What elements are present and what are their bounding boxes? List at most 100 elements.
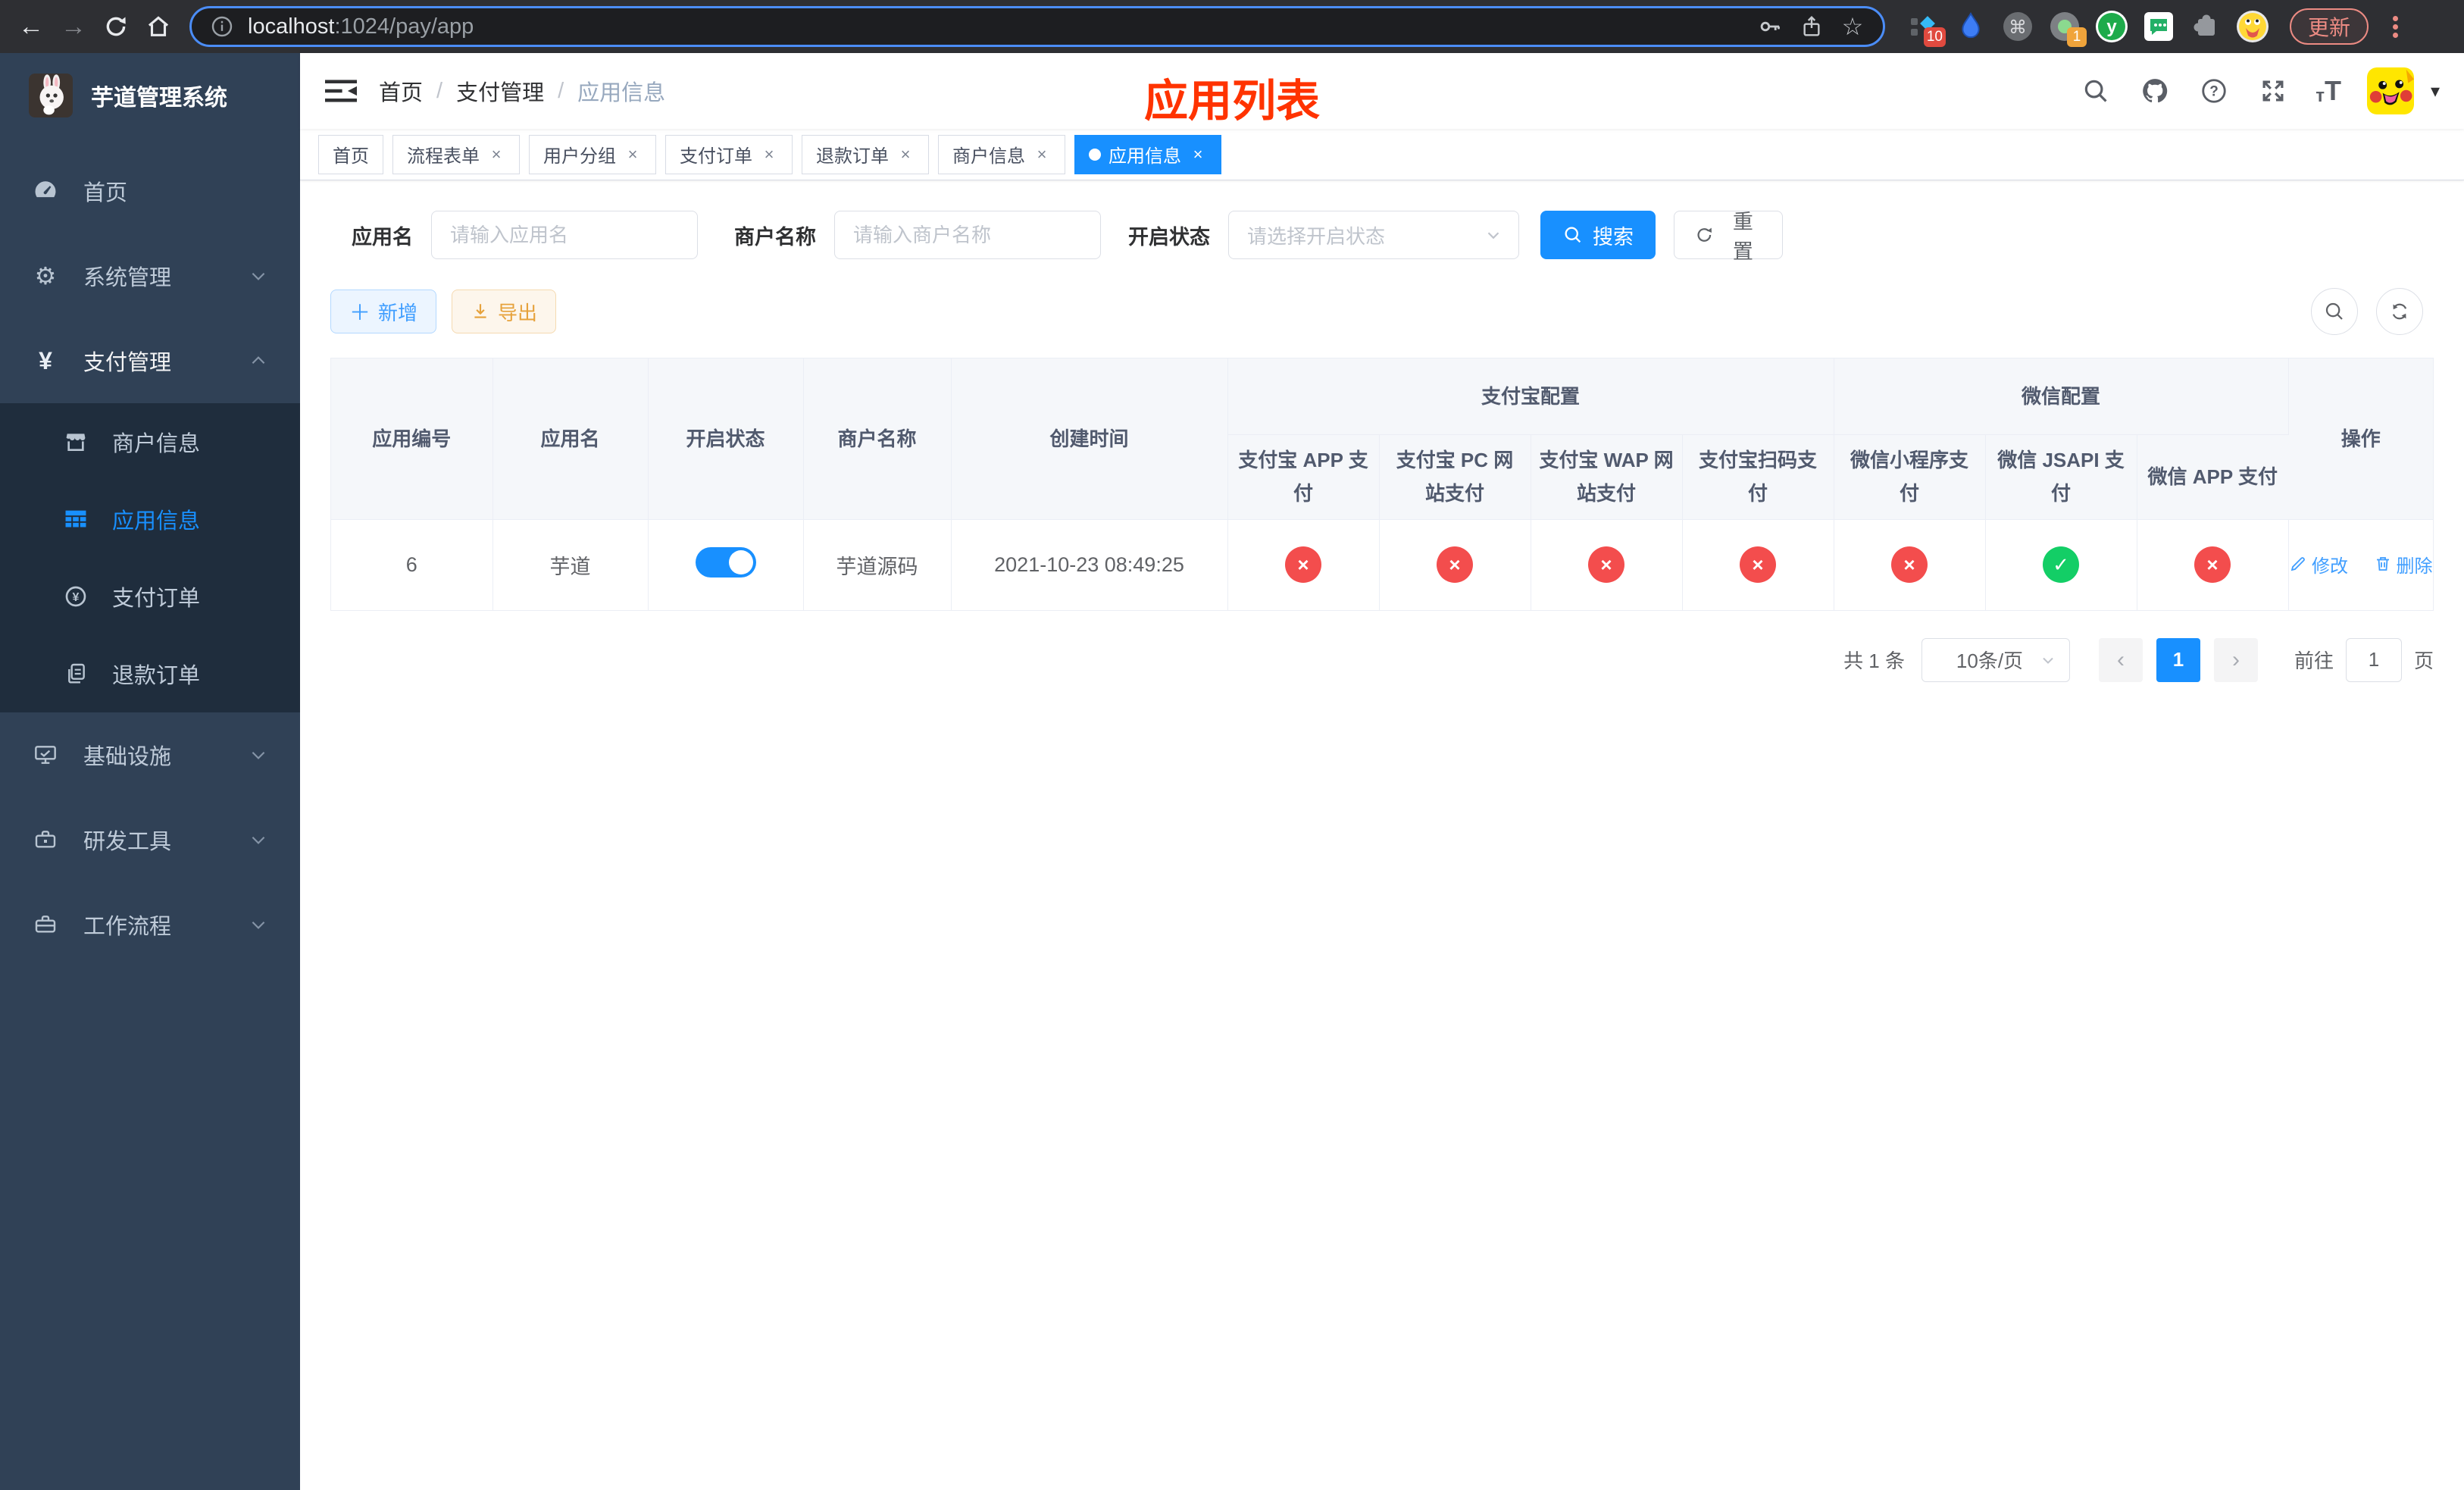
tab-pay-orders[interactable]: 支付订单 × <box>665 134 793 174</box>
sidebar-menu: 首页 ⚙ 系统管理 ¥ 支付管理 商户信息 应用信息 ¥ 支付订单 退款订单 基… <box>0 138 300 967</box>
sidebar-item-home[interactable]: 首页 <box>0 149 300 233</box>
tab-close-icon[interactable]: × <box>624 145 642 164</box>
filter-form: 应用名 商户名称 开启状态 请选择开启状态 搜索 重置 <box>352 211 2434 263</box>
address-bar[interactable]: localhost:1024/pay/app ☆ <box>189 6 1885 47</box>
sidebar-item-system[interactable]: ⚙ 系统管理 <box>0 233 300 318</box>
search-button[interactable]: 搜索 <box>1540 211 1656 259</box>
bookmark-star-icon[interactable]: ☆ <box>1837 11 1868 42</box>
search-icon <box>2325 302 2343 320</box>
logo-rabbit-avatar <box>29 74 73 117</box>
sidebar-item-refund-orders[interactable]: 退款订单 <box>0 635 300 712</box>
tab-close-icon[interactable]: × <box>1033 145 1051 164</box>
sidebar-item-infrastructure[interactable]: 基础设施 <box>0 712 300 797</box>
extension-command-icon[interactable]: ⌘ <box>2000 9 2035 44</box>
sidebar-item-payment[interactable]: ¥ 支付管理 <box>0 318 300 403</box>
shop-icon <box>59 430 92 454</box>
document-copy-icon <box>59 662 92 686</box>
breadcrumb-home[interactable]: 首页 <box>379 75 423 107</box>
yen-icon: ¥ <box>39 346 52 374</box>
tab-close-icon[interactable]: × <box>896 145 915 164</box>
sidebar-item-workflow[interactable]: 工作流程 <box>0 882 300 967</box>
browser-profile-avatar[interactable] <box>2235 9 2270 44</box>
sidebar-item-dev-tools[interactable]: 研发工具 <box>0 797 300 882</box>
svg-text:y: y <box>2106 17 2117 37</box>
tags-view-bar: 首页 流程表单 × 用户分组 × 支付订单 × 退款订单 × 商户信息 × 应用… <box>300 129 2464 180</box>
browser-reload-icon[interactable] <box>98 9 133 44</box>
refresh-table-button[interactable] <box>2376 288 2424 335</box>
reset-button[interactable]: 重置 <box>1674 211 1783 263</box>
breadcrumb: 首页 / 支付管理 / 应用信息 <box>379 75 665 107</box>
cell-created: 2021-10-23 08:49:25 <box>951 519 1228 611</box>
page-size-select[interactable]: 10条/页 <box>1921 637 2070 682</box>
breadcrumb-payment[interactable]: 支付管理 <box>456 75 544 107</box>
github-icon[interactable] <box>2138 74 2172 108</box>
col-header-merchant: 商户名称 <box>803 358 952 520</box>
browser-update-button[interactable]: 更新 <box>2290 8 2369 45</box>
tab-close-icon[interactable]: × <box>487 145 505 164</box>
table-row: 6 芋道 芋道源码 2021-10-23 08:49:25 × × × × × <box>331 519 2434 611</box>
tab-refund-orders[interactable]: 退款订单 × <box>802 134 929 174</box>
status-switch[interactable] <box>695 546 756 578</box>
status-select[interactable]: 请选择开启状态 <box>1228 211 1519 259</box>
svg-text:⌘: ⌘ <box>2009 17 2027 38</box>
sidebar-item-pay-orders[interactable]: ¥ 支付订单 <box>0 558 300 635</box>
browser-back-icon[interactable]: ← <box>14 9 48 44</box>
current-page[interactable]: 1 <box>2156 637 2200 682</box>
navbar-actions: ? тT ▾ <box>2079 67 2440 114</box>
sidebar-item-app-info[interactable]: 应用信息 <box>0 480 300 558</box>
browser-home-icon[interactable] <box>141 9 176 44</box>
chevron-down-icon <box>1487 232 1499 239</box>
alipay-app-status-icon: × <box>1285 546 1321 583</box>
sidebar-item-merchant-info[interactable]: 商户信息 <box>0 403 300 480</box>
tab-close-icon[interactable]: × <box>1189 145 1207 164</box>
col-header-alipay-pc: 支付宝 PC 网站支付 <box>1379 434 1531 520</box>
extension-y-icon[interactable]: y <box>2094 9 2129 44</box>
prev-page-button[interactable]: ‹ <box>2098 637 2143 682</box>
password-key-icon[interactable] <box>1756 11 1786 42</box>
user-avatar[interactable] <box>2366 67 2414 114</box>
sidebar-fold-icon[interactable] <box>324 76 358 106</box>
extension-pin-icon[interactable]: 10 <box>1906 9 1946 47</box>
sidebar-item-label: 首页 <box>83 181 128 205</box>
font-size-icon[interactable]: тT <box>2315 75 2341 107</box>
extension-chat-icon[interactable] <box>2141 9 2176 44</box>
extension-badge: 1 <box>2067 27 2087 47</box>
plus-icon: ＋ <box>349 301 371 324</box>
sidebar-logo[interactable]: 芋道管理系统 <box>0 53 300 138</box>
browser-forward-icon[interactable]: → <box>56 9 91 44</box>
tab-merchant-info[interactable]: 商户信息 × <box>938 134 1065 174</box>
delete-link[interactable]: 删除 <box>2374 551 2433 578</box>
chevron-down-icon <box>2043 657 2053 664</box>
next-page-button[interactable]: › <box>2213 637 2258 682</box>
site-info-icon[interactable] <box>207 11 237 42</box>
tab-process-form[interactable]: 流程表单 × <box>392 134 520 174</box>
col-header-wechat-mini: 微信小程序支付 <box>1834 434 1986 520</box>
coin-yen-icon: ¥ <box>59 584 92 609</box>
tab-user-group[interactable]: 用户分组 × <box>529 134 656 174</box>
add-button[interactable]: ＋ 新增 <box>330 290 437 333</box>
extensions-puzzle-icon[interactable] <box>2188 9 2223 44</box>
tab-close-icon[interactable]: × <box>760 145 778 164</box>
avatar-caret-down-icon[interactable]: ▾ <box>2431 80 2440 102</box>
app-name-input[interactable] <box>431 211 698 259</box>
export-button[interactable]: 导出 <box>452 290 557 333</box>
extension-drop-icon[interactable] <box>1953 9 1988 44</box>
extension-recorder-icon[interactable]: 1 <box>2047 9 2087 47</box>
cell-status <box>648 519 804 611</box>
header-search-icon[interactable] <box>2079 74 2112 108</box>
toggle-search-button[interactable] <box>2311 288 2359 335</box>
browser-menu-icon[interactable] <box>2384 15 2406 38</box>
tab-app-info[interactable]: 应用信息 × <box>1074 134 1221 174</box>
cell-merchant: 芋道源码 <box>803 519 952 611</box>
col-header-alipay-wap: 支付宝 WAP 网站支付 <box>1531 434 1683 520</box>
merchant-name-input[interactable] <box>834 211 1101 259</box>
fullscreen-icon[interactable] <box>2256 74 2290 108</box>
group-header-wechat: 微信配置 <box>1834 358 2289 435</box>
help-icon[interactable]: ? <box>2197 74 2231 108</box>
tab-home[interactable]: 首页 <box>318 134 383 174</box>
share-icon[interactable] <box>1796 11 1827 42</box>
alipay-pc-status-icon: × <box>1437 546 1473 583</box>
sidebar-item-label: 应用信息 <box>112 509 201 534</box>
edit-link[interactable]: 修改 <box>2289 551 2348 578</box>
goto-page-input[interactable] <box>2346 637 2402 682</box>
